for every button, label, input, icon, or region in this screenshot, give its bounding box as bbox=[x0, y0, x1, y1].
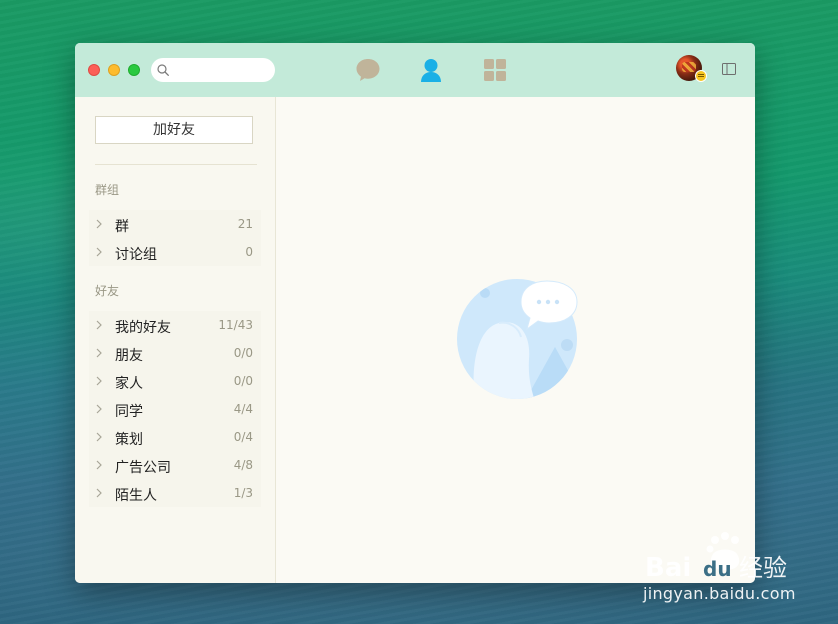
friend-group-row[interactable]: 家人 0/0 bbox=[89, 367, 261, 395]
friend-group-row[interactable]: 朋友 0/0 bbox=[89, 339, 261, 367]
penguin-chat-empty-illustration bbox=[457, 279, 578, 399]
qq-window: 加好友 群组 群 21 讨论组 0 好友 我的好友 11/43 朋友 0/0 家… bbox=[75, 43, 755, 583]
friend-group-count: 1/3 bbox=[233, 486, 253, 500]
friend-group-label: 家人 bbox=[115, 376, 143, 392]
friend-group-count: 0/0 bbox=[233, 374, 253, 388]
add-friend-button[interactable]: 加好友 bbox=[95, 116, 253, 144]
friend-group-label: 朋友 bbox=[115, 348, 143, 364]
friend-group-count: 0/4 bbox=[233, 430, 253, 444]
friends-list: 我的好友 11/43 朋友 0/0 家人 0/0 同学 4/4 策划 0/4 广… bbox=[89, 311, 261, 507]
svg-text:du: du bbox=[703, 557, 732, 581]
group-row-label: 讨论组 bbox=[115, 247, 157, 263]
chevron-right-icon bbox=[96, 460, 102, 470]
friend-group-count: 4/4 bbox=[233, 402, 253, 416]
chevron-right-icon bbox=[96, 488, 102, 498]
chevron-right-icon bbox=[96, 376, 102, 386]
baidu-jingyan-watermark: Bai du 经验 jingyan.baidu.com bbox=[643, 530, 823, 610]
friend-group-label: 策划 bbox=[115, 432, 143, 448]
group-row-count: 21 bbox=[237, 217, 253, 231]
chat-bubble-icon bbox=[356, 59, 380, 81]
contact-detail-area bbox=[276, 97, 755, 583]
friend-group-label: 广告公司 bbox=[115, 460, 171, 476]
sidebar-divider bbox=[95, 164, 257, 165]
minimize-window-button[interactable] bbox=[108, 64, 120, 76]
tab-contacts[interactable] bbox=[418, 57, 444, 83]
friend-group-label: 陌生人 bbox=[115, 488, 157, 504]
friend-group-row[interactable]: 同学 4/4 bbox=[89, 395, 261, 423]
sidebar-toggle-icon[interactable] bbox=[722, 63, 736, 75]
chevron-right-icon bbox=[96, 219, 102, 229]
search-icon bbox=[157, 64, 169, 76]
groups-section-header: 群组 bbox=[95, 183, 120, 197]
maximize-window-button[interactable] bbox=[128, 64, 140, 76]
friend-group-label: 同学 bbox=[115, 404, 143, 420]
chevron-right-icon bbox=[96, 320, 102, 330]
person-icon bbox=[421, 59, 441, 82]
tab-apps[interactable] bbox=[482, 57, 508, 83]
friend-group-count: 4/8 bbox=[233, 458, 253, 472]
contacts-sidebar: 加好友 群组 群 21 讨论组 0 好友 我的好友 11/43 朋友 0/0 家… bbox=[75, 97, 276, 583]
chevron-right-icon bbox=[96, 247, 102, 257]
chevron-right-icon bbox=[96, 432, 102, 442]
grid-icon bbox=[484, 59, 506, 81]
friend-group-row[interactable]: 广告公司 4/8 bbox=[89, 451, 261, 479]
group-row-qun[interactable]: 群 21 bbox=[89, 210, 261, 238]
chevron-right-icon bbox=[96, 348, 102, 358]
friend-group-label: 我的好友 bbox=[115, 320, 171, 336]
watermark-url: jingyan.baidu.com bbox=[643, 584, 796, 603]
group-row-count: 0 bbox=[245, 245, 253, 259]
friend-group-row[interactable]: 策划 0/4 bbox=[89, 423, 261, 451]
close-window-button[interactable] bbox=[88, 64, 100, 76]
friend-group-count: 0/0 bbox=[233, 346, 253, 360]
friend-group-count: 11/43 bbox=[218, 318, 253, 332]
group-row-discussion[interactable]: 讨论组 0 bbox=[89, 238, 261, 266]
chevron-right-icon bbox=[96, 404, 102, 414]
svg-text:经验: 经验 bbox=[739, 554, 787, 582]
svg-text:Bai: Bai bbox=[645, 553, 691, 582]
search-field[interactable] bbox=[151, 58, 275, 82]
friend-group-row[interactable]: 我的好友 11/43 bbox=[89, 311, 261, 339]
baidu-logo-icon: Bai du 经验 bbox=[645, 532, 787, 583]
group-row-label: 群 bbox=[115, 219, 129, 235]
search-input[interactable] bbox=[173, 61, 273, 81]
tab-messages[interactable] bbox=[355, 57, 381, 83]
friend-group-row[interactable]: 陌生人 1/3 bbox=[89, 479, 261, 507]
friends-section-header: 好友 bbox=[95, 284, 120, 298]
groups-list: 群 21 讨论组 0 bbox=[89, 210, 261, 266]
titlebar bbox=[75, 43, 755, 97]
online-status-badge[interactable] bbox=[695, 70, 707, 82]
